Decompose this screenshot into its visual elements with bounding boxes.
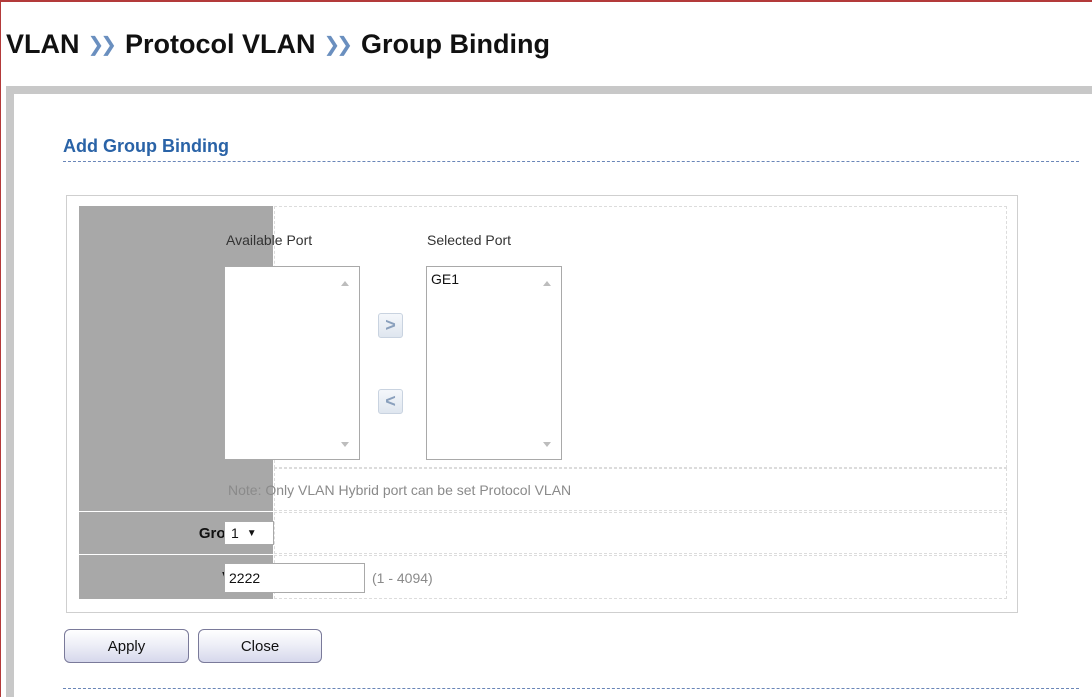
breadcrumb-item-vlan: VLAN <box>6 28 80 59</box>
vlan-range-hint: (1 - 4094) <box>372 570 433 586</box>
scroll-up-icon[interactable] <box>543 281 551 286</box>
selected-port-list[interactable]: GE1 <box>426 266 562 460</box>
group-id-value: 1 <box>231 525 239 541</box>
breadcrumb: VLAN ❯❯ Protocol VLAN ❯❯ Group Binding <box>6 24 550 64</box>
remove-port-button[interactable]: < <box>378 389 403 414</box>
group-id-select[interactable]: 1 ▼ <box>224 521 274 545</box>
section-title: Add Group Binding <box>63 136 229 156</box>
close-button[interactable]: Close <box>198 629 322 663</box>
scroll-up-icon[interactable] <box>341 281 349 286</box>
bottom-divider <box>63 688 1079 689</box>
breadcrumb-separator-icon: ❯❯ <box>323 33 353 56</box>
section-divider <box>63 161 1079 162</box>
available-port-header: Available Port <box>226 232 313 248</box>
dropdown-caret-icon: ▼ <box>246 527 257 539</box>
vlan-input[interactable] <box>224 563 365 593</box>
port-note: Note: Only VLAN Hybrid port can be set P… <box>228 482 572 498</box>
top-accent-rule <box>0 0 1092 2</box>
available-port-list[interactable] <box>224 266 360 460</box>
left-accent-rule <box>0 0 1 697</box>
breadcrumb-item-group-binding: Group Binding <box>361 28 551 59</box>
list-item[interactable]: GE1 <box>431 271 459 287</box>
group-id-value-cell <box>274 512 1007 554</box>
add-port-button[interactable]: > <box>378 313 403 338</box>
breadcrumb-separator-icon: ❯❯ <box>87 33 117 56</box>
selected-port-header: Selected Port <box>427 232 512 248</box>
apply-button[interactable]: Apply <box>64 629 189 663</box>
breadcrumb-item-protocol-vlan: Protocol VLAN <box>125 28 316 59</box>
scroll-down-icon[interactable] <box>543 442 551 447</box>
scroll-down-icon[interactable] <box>341 442 349 447</box>
